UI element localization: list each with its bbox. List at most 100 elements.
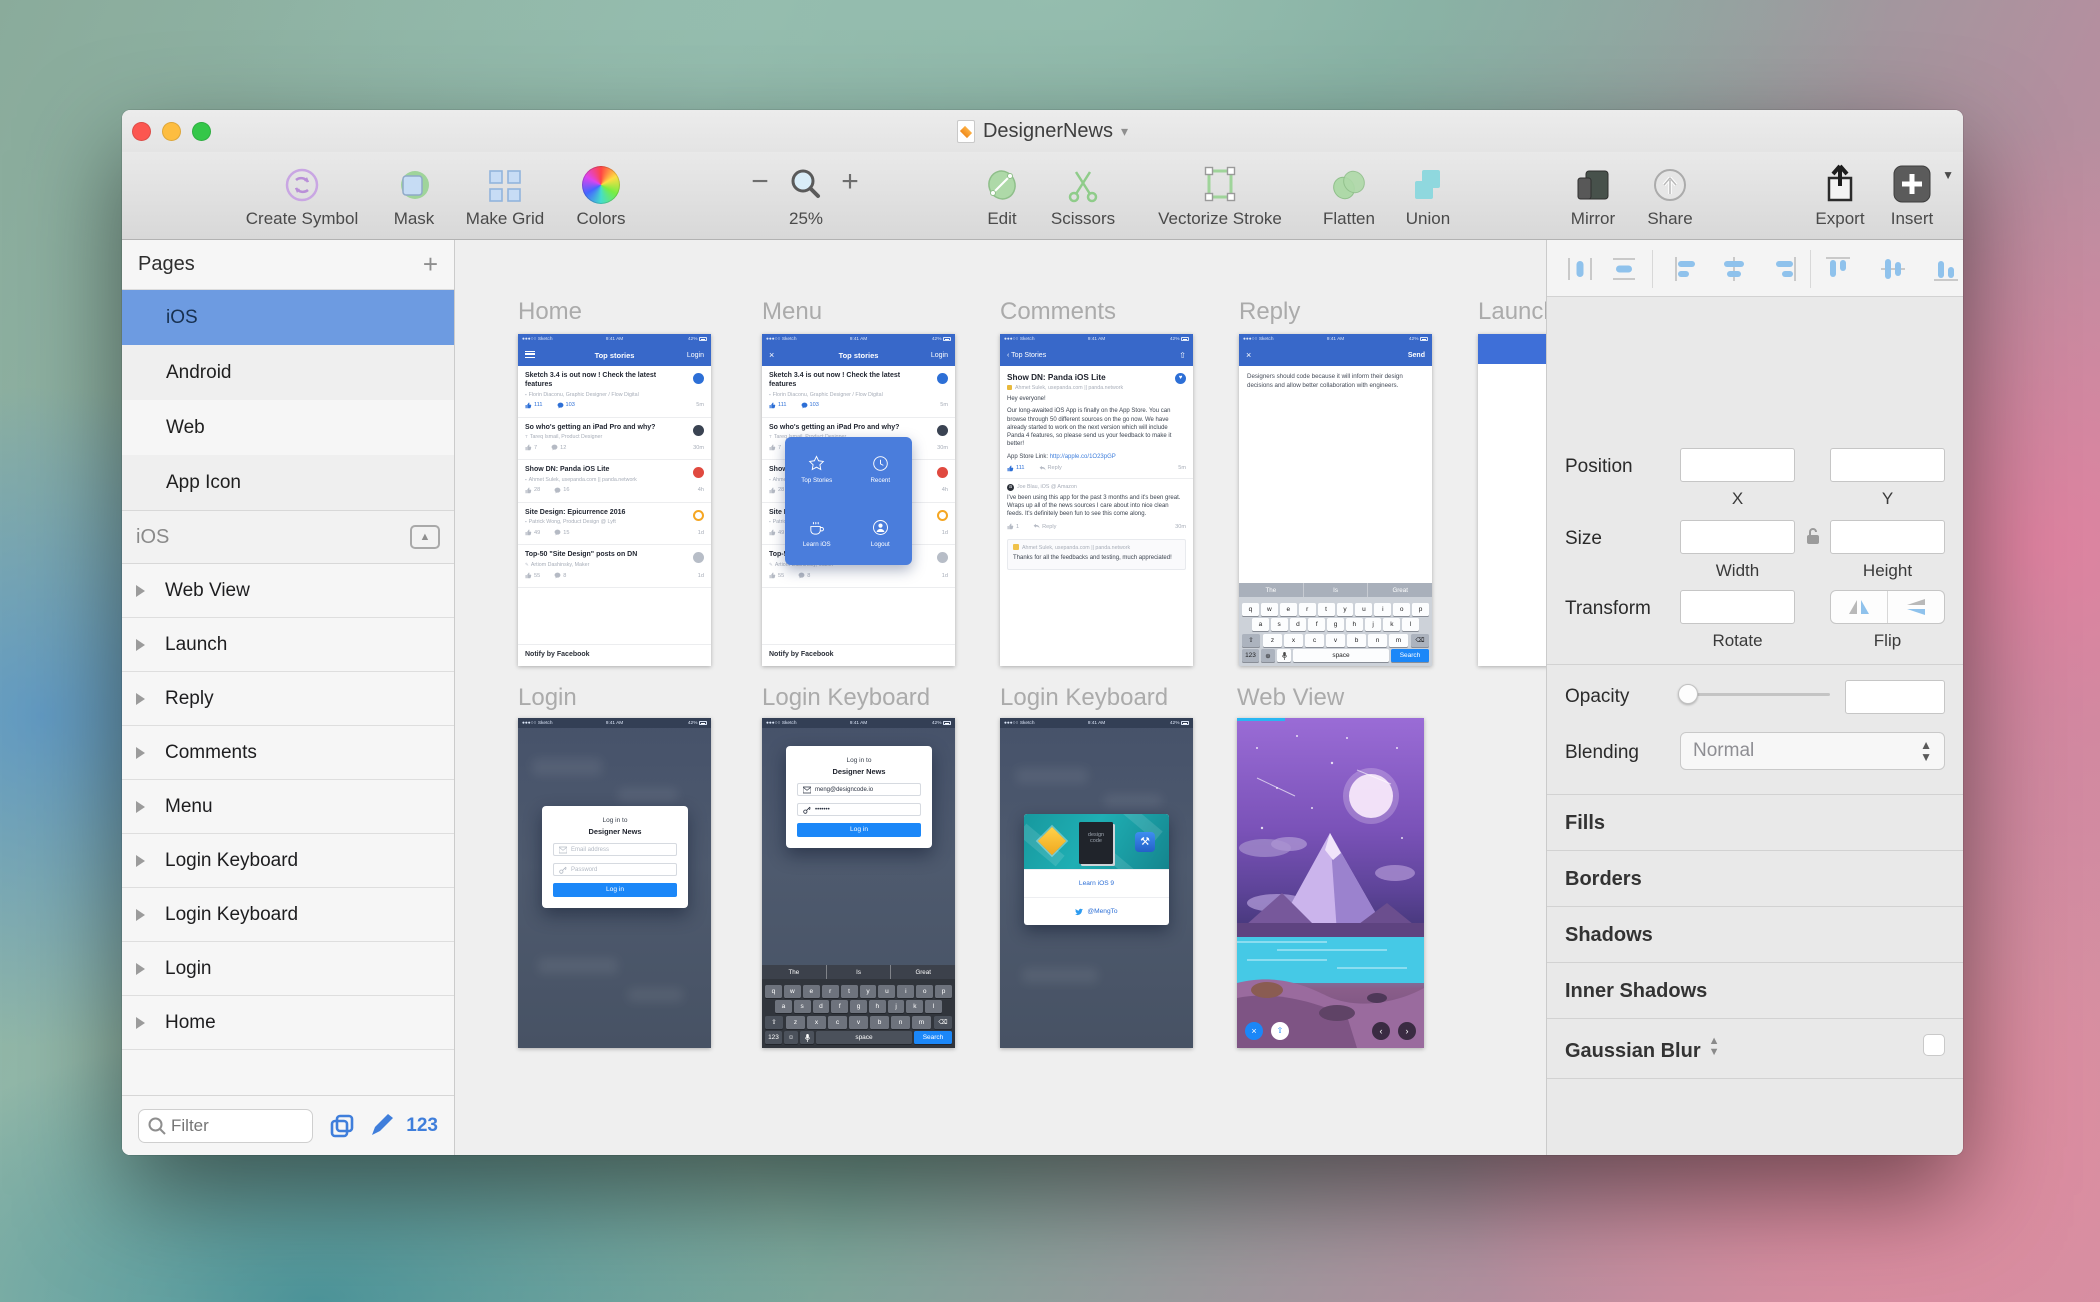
- disclosure-triangle-icon[interactable]: [136, 584, 145, 597]
- union-button[interactable]: Union: [1394, 158, 1462, 229]
- artboard-label-reply[interactable]: Reply: [1239, 298, 1300, 326]
- zoom-button[interactable]: 25%: [780, 158, 832, 229]
- blur-type-stepper-icon[interactable]: ▲ ▼: [1709, 1036, 1720, 1058]
- make-grid-button[interactable]: Make Grid: [452, 158, 558, 229]
- disclosure-triangle-icon[interactable]: [136, 1016, 145, 1029]
- export-button[interactable]: Export: [1805, 158, 1875, 229]
- artboard-login[interactable]: ●●●○○ Sketch 9:41 AM 42% Log in to Design…: [518, 718, 711, 1048]
- launch-nav-strip: [1478, 334, 1546, 364]
- shadows-section-header[interactable]: Shadows: [1565, 924, 1653, 947]
- create-symbol-button[interactable]: Create Symbol: [232, 158, 372, 229]
- webview-forward-button: ›: [1398, 1022, 1416, 1040]
- lock-icon[interactable]: [1805, 526, 1821, 546]
- layer-item[interactable]: Web View: [122, 564, 454, 618]
- disclosure-triangle-icon[interactable]: [136, 638, 145, 651]
- artboard-login-keyboard-1[interactable]: ●●●○○ Sketch 9:41 AM 42% Log in to Design…: [762, 718, 955, 1048]
- position-x-input[interactable]: [1680, 448, 1795, 482]
- disclosure-triangle-icon[interactable]: [136, 800, 145, 813]
- key: m: [1389, 633, 1408, 647]
- colors-button[interactable]: Colors: [558, 158, 644, 229]
- page-item[interactable]: App Icon: [122, 455, 454, 510]
- distribute-horizontally-button[interactable]: [1565, 254, 1595, 284]
- disclosure-triangle-icon[interactable]: [136, 746, 145, 759]
- layer-item[interactable]: Launch: [122, 618, 454, 672]
- artboard-label-login-keyboard-2[interactable]: Login Keyboard: [1000, 684, 1168, 712]
- width-input[interactable]: [1680, 520, 1795, 554]
- inner-shadows-section-header[interactable]: Inner Shadows: [1565, 980, 1707, 1003]
- blending-dropdown[interactable]: Normal ▲ ▼: [1680, 732, 1945, 770]
- key: z: [1263, 633, 1282, 647]
- artboard-comments[interactable]: ●●●○○ Sketch 9:41 AM 42% ‹ Top Stories ⇧ …: [1000, 334, 1193, 666]
- layer-item[interactable]: Reply: [122, 672, 454, 726]
- artboard-label-comments[interactable]: Comments: [1000, 298, 1116, 326]
- vectorize-stroke-button[interactable]: Vectorize Stroke: [1140, 158, 1300, 229]
- artboard-label-launch[interactable]: Launch: [1478, 298, 1546, 326]
- rotate-input[interactable]: [1680, 590, 1795, 624]
- disclosure-triangle-icon[interactable]: [136, 908, 145, 921]
- window-title-group[interactable]: DesignerNews ▾: [122, 110, 1963, 152]
- artboard-label-web-view[interactable]: Web View: [1237, 684, 1344, 712]
- y-label: Y: [1881, 489, 1894, 508]
- duplicate-pages-icon[interactable]: [328, 1112, 356, 1140]
- align-middle-vertically-button[interactable]: [1878, 254, 1908, 284]
- disclosure-triangle-icon[interactable]: [136, 962, 145, 975]
- fills-section-header[interactable]: Fills: [1565, 812, 1605, 835]
- artboard-reply[interactable]: ●●●○○ Sketch 9:41 AM 42% × Send Designers…: [1239, 334, 1432, 666]
- page-item[interactable]: iOS: [122, 290, 454, 345]
- insert-button[interactable]: ▼ Insert: [1882, 158, 1954, 229]
- borders-section-header[interactable]: Borders: [1565, 868, 1642, 891]
- align-center-horizontally-button[interactable]: [1719, 254, 1749, 284]
- artboard-login-keyboard-2[interactable]: ●●●○○ Sketch 9:41 AM 42% design code ⚒ L…: [1000, 718, 1193, 1048]
- opacity-label: Opacity: [1565, 686, 1630, 707]
- layer-item[interactable]: Login Keyboard: [122, 888, 454, 942]
- disclosure-triangle-icon[interactable]: [136, 692, 145, 705]
- opacity-slider-knob[interactable]: [1678, 684, 1698, 704]
- layers-section-header: iOS ▲: [122, 510, 454, 564]
- artboard-label-home[interactable]: Home: [518, 298, 582, 326]
- align-bottom-button[interactable]: [1931, 254, 1961, 284]
- artboard-home[interactable]: ●●●○○ Sketch 9:41 AM 42% Top stories Logi…: [518, 334, 711, 666]
- opacity-input[interactable]: [1845, 680, 1945, 714]
- page-item[interactable]: Android: [122, 345, 454, 400]
- align-left-button[interactable]: [1672, 254, 1702, 284]
- align-top-button[interactable]: [1823, 254, 1853, 284]
- search-key: Search: [1391, 649, 1429, 662]
- zoom-out-button[interactable]: −: [748, 158, 772, 206]
- suggestion: Great: [915, 968, 931, 976]
- share-button[interactable]: Share: [1635, 158, 1705, 229]
- artboard-web-view[interactable]: × ⇧ ‹ ›: [1237, 718, 1424, 1048]
- collapse-section-button[interactable]: ▲: [410, 525, 440, 549]
- layer-item[interactable]: Menu: [122, 780, 454, 834]
- position-y-input[interactable]: [1830, 448, 1945, 482]
- flatten-button[interactable]: Flatten: [1307, 158, 1391, 229]
- layer-item[interactable]: Home: [122, 996, 454, 1050]
- distribute-vertically-button[interactable]: [1609, 254, 1639, 284]
- zoom-in-button[interactable]: +: [838, 158, 862, 206]
- opacity-slider[interactable]: [1678, 684, 1830, 704]
- layer-item[interactable]: Login Keyboard: [122, 834, 454, 888]
- artboard-menu[interactable]: ●●●○○ Sketch 9:41 AM 42% × Top stories Lo…: [762, 334, 955, 666]
- scissors-button[interactable]: Scissors: [1038, 158, 1128, 229]
- align-right-button[interactable]: [1769, 254, 1799, 284]
- disclosure-triangle-icon[interactable]: [136, 854, 145, 867]
- flip-vertical-button[interactable]: [1888, 591, 1944, 623]
- artboard-label-login-keyboard-1[interactable]: Login Keyboard: [762, 684, 930, 712]
- artboard-launch[interactable]: [1478, 334, 1546, 666]
- gaussian-blur-section-header[interactable]: Gaussian Blur ▲ ▼: [1565, 1036, 1720, 1063]
- flip-horizontal-button[interactable]: [1831, 591, 1888, 623]
- artboard-label-login[interactable]: Login: [518, 684, 577, 712]
- key: x: [1284, 633, 1303, 647]
- create-symbol-icon: [232, 158, 372, 206]
- add-page-button[interactable]: +: [423, 249, 438, 280]
- edit-button[interactable]: Edit: [967, 158, 1037, 229]
- canvas[interactable]: Home Menu Comments Reply Launch ●●●○○ Sk…: [455, 240, 1546, 1155]
- gaussian-blur-checkbox[interactable]: [1923, 1034, 1945, 1056]
- page-item[interactable]: Web: [122, 400, 454, 455]
- pencil-icon[interactable]: [368, 1113, 394, 1139]
- layer-item[interactable]: Comments: [122, 726, 454, 780]
- height-input[interactable]: [1830, 520, 1945, 554]
- artboard-label-menu[interactable]: Menu: [762, 298, 822, 326]
- mirror-button[interactable]: Mirror: [1558, 158, 1628, 229]
- layer-item[interactable]: Login: [122, 942, 454, 996]
- mask-button[interactable]: Mask: [374, 158, 454, 229]
